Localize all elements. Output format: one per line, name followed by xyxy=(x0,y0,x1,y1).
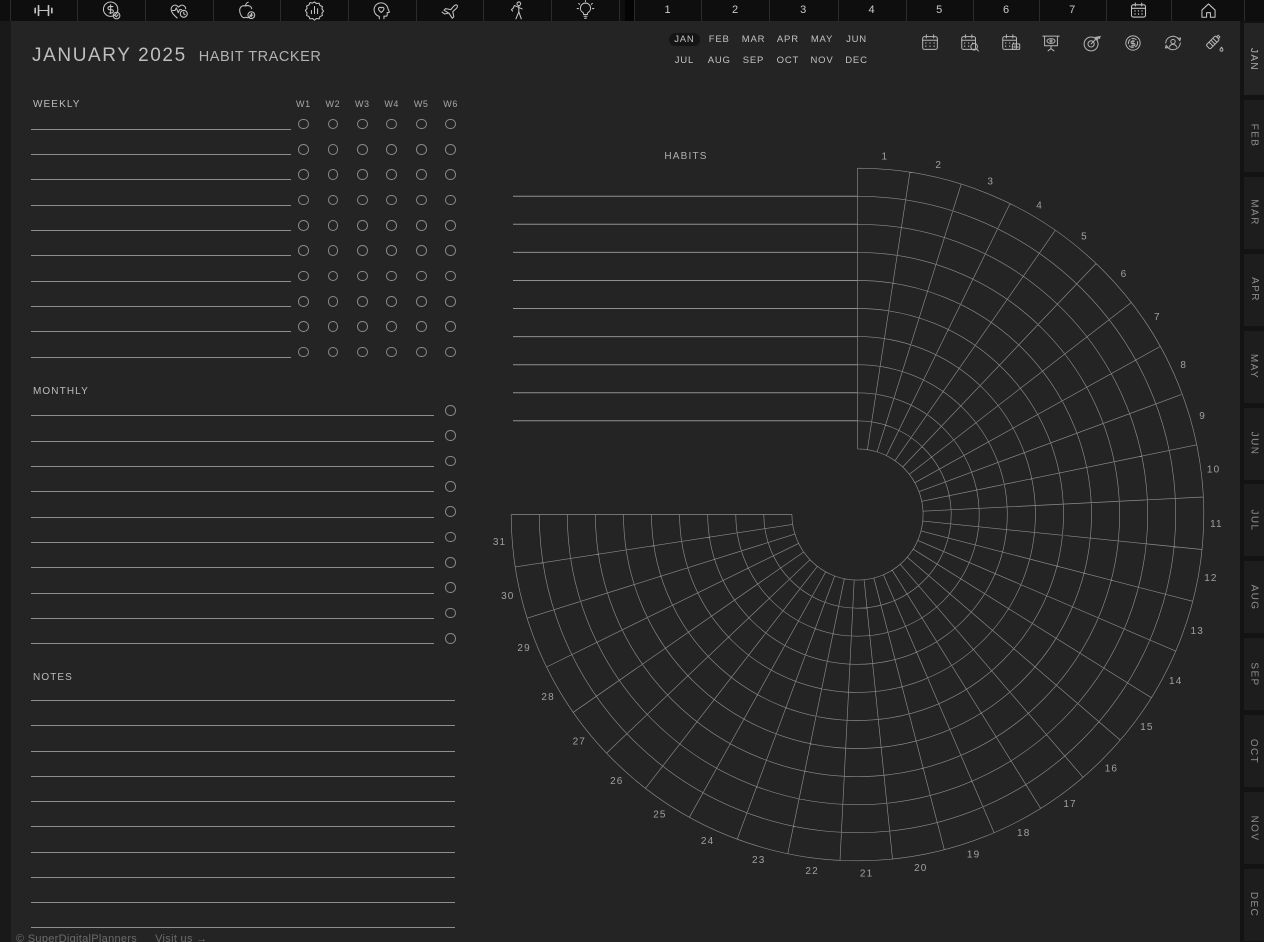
svg-text:18: 18 xyxy=(1017,828,1030,839)
svg-text:9: 9 xyxy=(1199,411,1206,422)
svg-text:26: 26 xyxy=(610,776,623,787)
svg-text:1: 1 xyxy=(881,152,888,163)
svg-text:29: 29 xyxy=(517,643,530,654)
svg-text:22: 22 xyxy=(805,866,818,877)
svg-text:17: 17 xyxy=(1063,799,1076,810)
svg-text:20: 20 xyxy=(914,863,927,874)
svg-text:11: 11 xyxy=(1210,519,1223,530)
svg-text:25: 25 xyxy=(653,810,666,821)
svg-text:7: 7 xyxy=(1154,312,1161,323)
svg-text:28: 28 xyxy=(541,692,554,703)
svg-text:4: 4 xyxy=(1036,200,1043,211)
svg-text:14: 14 xyxy=(1169,676,1182,687)
svg-text:10: 10 xyxy=(1207,464,1220,475)
svg-text:13: 13 xyxy=(1191,626,1204,637)
svg-text:23: 23 xyxy=(752,855,765,866)
svg-text:27: 27 xyxy=(573,737,586,748)
svg-text:16: 16 xyxy=(1105,764,1118,775)
svg-text:6: 6 xyxy=(1121,269,1128,280)
svg-text:8: 8 xyxy=(1180,360,1187,371)
svg-text:15: 15 xyxy=(1140,722,1153,733)
svg-text:5: 5 xyxy=(1081,232,1088,243)
svg-text:21: 21 xyxy=(860,869,873,880)
svg-text:2: 2 xyxy=(935,160,942,171)
svg-text:12: 12 xyxy=(1204,573,1217,584)
svg-text:30: 30 xyxy=(501,591,514,602)
svg-text:31: 31 xyxy=(493,537,506,548)
svg-text:24: 24 xyxy=(701,836,714,847)
svg-text:3: 3 xyxy=(987,176,994,187)
svg-text:19: 19 xyxy=(967,849,980,860)
